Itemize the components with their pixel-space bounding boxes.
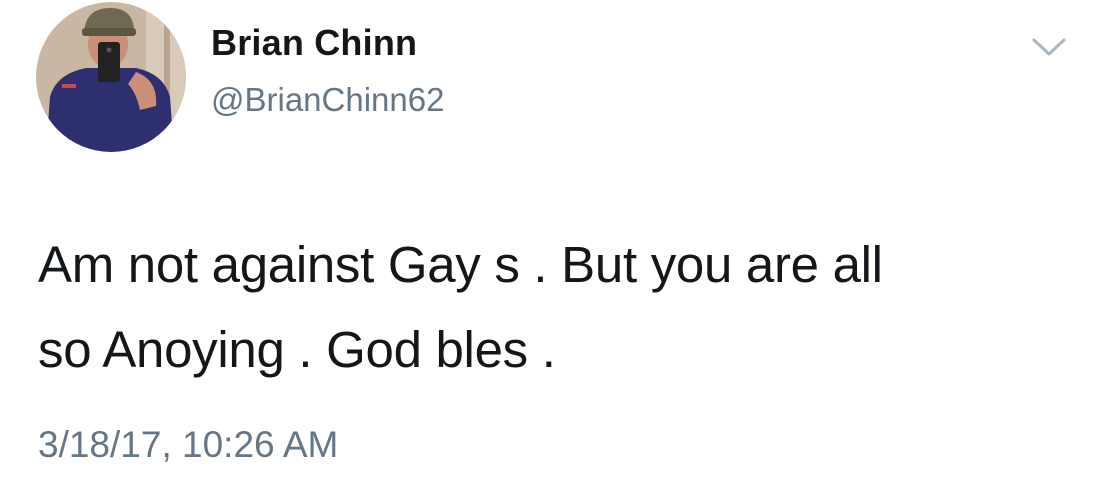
user-handle[interactable]: @BrianChinn62	[211, 81, 444, 119]
tweet-text: Am not against Gay s . But you are all s…	[38, 236, 883, 378]
chevron-down-icon[interactable]	[1027, 32, 1071, 62]
display-name[interactable]: Brian Chinn	[211, 22, 417, 64]
tweet-card: Brian Chinn @BrianChinn62 Am not against…	[0, 0, 1100, 503]
tweet-timestamp[interactable]: 3/18/17, 10:26 AM	[38, 424, 338, 466]
avatar[interactable]	[36, 2, 186, 152]
avatar-photo	[36, 2, 186, 152]
